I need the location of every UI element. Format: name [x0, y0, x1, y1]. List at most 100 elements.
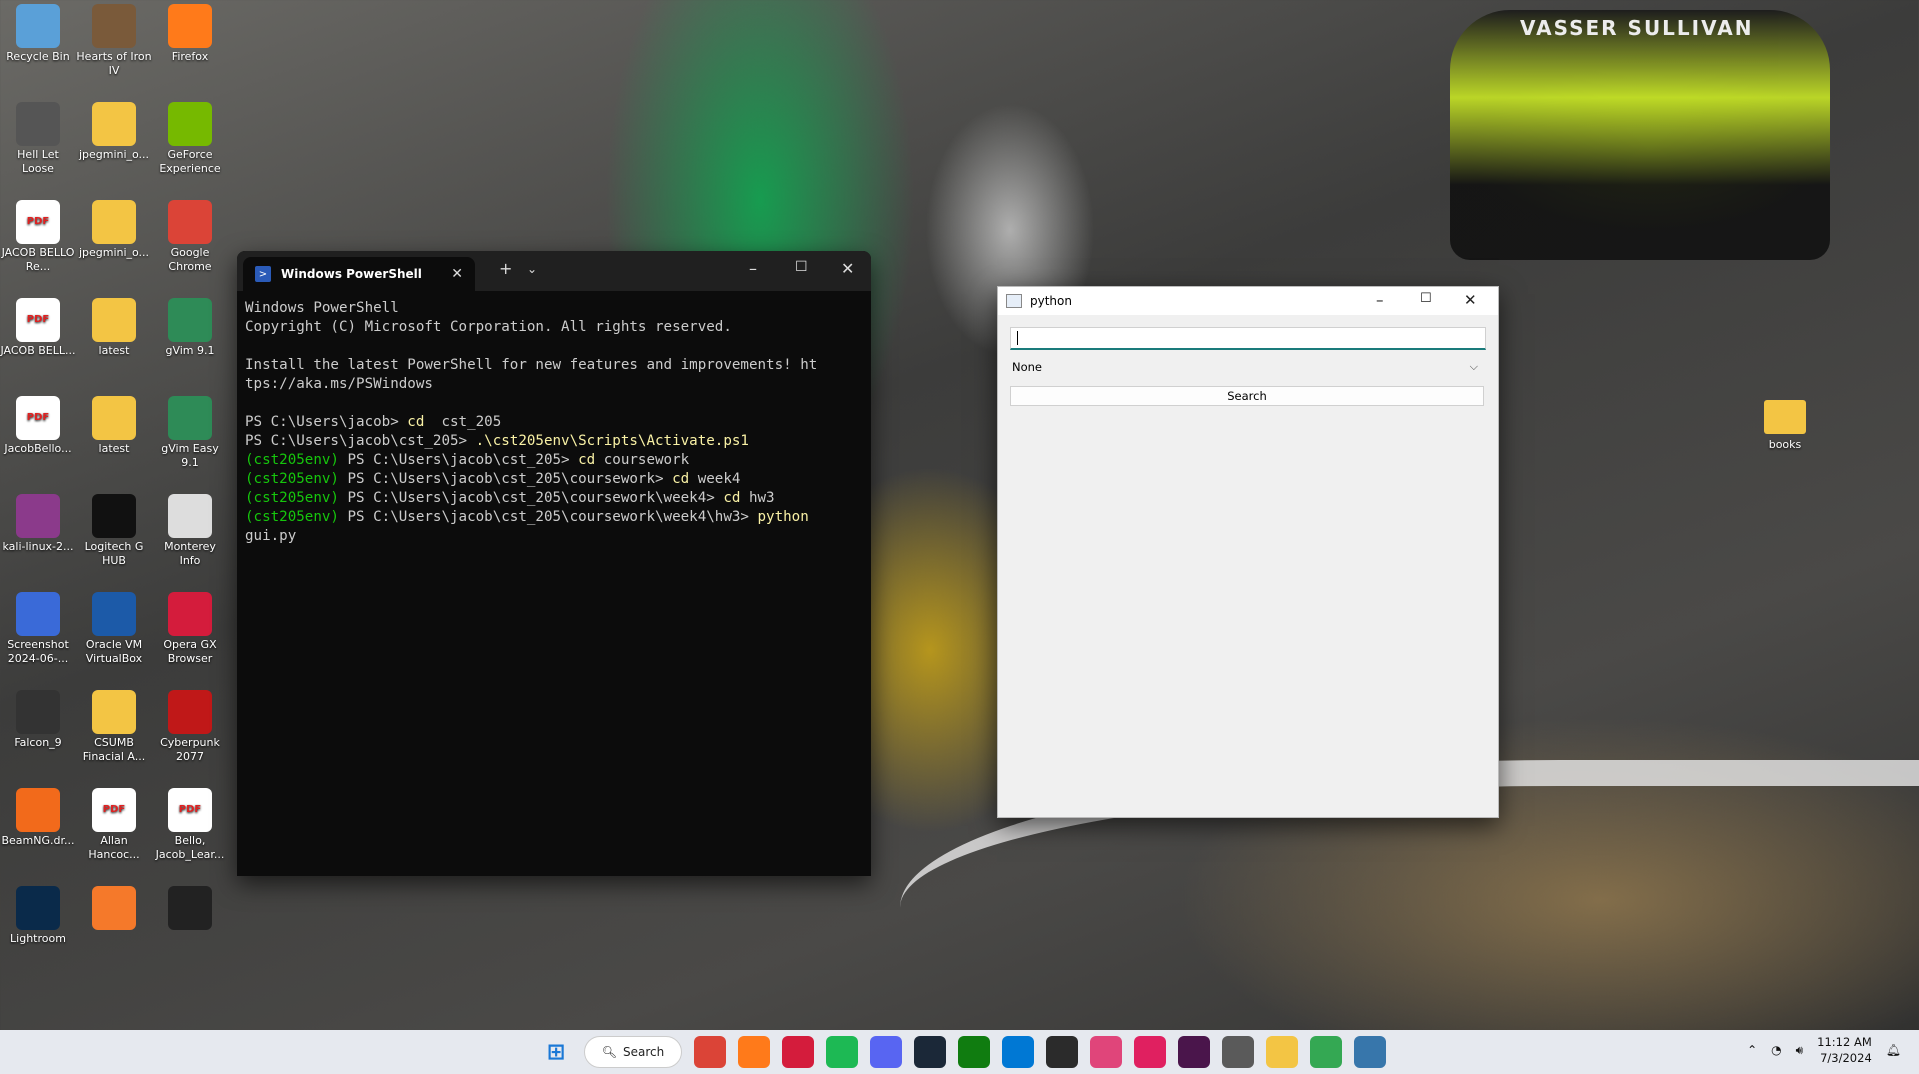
desktop-icon[interactable]: Hearts of Iron IV: [76, 4, 152, 78]
chrome-icon[interactable]: [694, 1036, 726, 1068]
desktop-icon[interactable]: Monterey Info: [152, 494, 228, 568]
desktop-icon[interactable]: Lightroom: [0, 886, 76, 946]
close-button[interactable]: ✕: [841, 259, 854, 278]
close-button[interactable]: ✕: [1464, 291, 1477, 309]
python-window: python – ☐ ✕ None ⌵ Search: [997, 286, 1499, 818]
desktop-icon[interactable]: latest: [76, 298, 152, 358]
desktop-icon[interactable]: Opera GX Browser: [152, 592, 228, 666]
wifi-icon[interactable]: ◔: [1771, 1043, 1781, 1057]
vscode-icon[interactable]: [1002, 1036, 1034, 1068]
powershell-icon: >: [255, 266, 271, 282]
gallery-icon[interactable]: [1090, 1036, 1122, 1068]
desktop-icon[interactable]: Recycle Bin: [0, 4, 76, 64]
desktop-icon[interactable]: PDF JacobBello...: [0, 396, 76, 456]
lightroom-icon: [16, 886, 60, 930]
desktop-icon[interactable]: CSUMB Finacial A...: [76, 690, 152, 764]
folder-icon: [92, 102, 136, 146]
terminal-icon[interactable]: [1046, 1036, 1078, 1068]
search-input[interactable]: [1010, 327, 1486, 350]
terminal-line: (cst205env) PS C:\Users\jacob\cst_205\co…: [245, 471, 741, 487]
desktop-icon[interactable]: gVim 9.1: [152, 298, 228, 358]
desktop-icon[interactable]: PDF JACOB BELLO Re...: [0, 200, 76, 274]
file-explorer-icon[interactable]: [1266, 1036, 1298, 1068]
desktop-icon-label: JACOB BELL...: [0, 344, 76, 357]
desktop-icon-label: Falcon_9: [14, 736, 62, 749]
virtualbox-icon: [92, 592, 136, 636]
chrome-alt-icon[interactable]: [1310, 1036, 1342, 1068]
document-icon: [168, 494, 212, 538]
terminal-line: Windows PowerShell: [245, 300, 399, 316]
clock[interactable]: 11:12 AM 7/3/2024: [1817, 1034, 1872, 1066]
steam-icon[interactable]: [914, 1036, 946, 1068]
desktop-icon[interactable]: kali-linux-2...: [0, 494, 76, 554]
tab-close-icon[interactable]: ✕: [451, 266, 463, 282]
desktop-icon[interactable]: Firefox: [152, 4, 228, 64]
app-icon: [1006, 294, 1022, 308]
notification-bell-icon[interactable]: 🔔︎: [1886, 1043, 1901, 1057]
desktop-icon[interactable]: [152, 886, 228, 932]
desktop-icon[interactable]: Oracle VM VirtualBox: [76, 592, 152, 666]
desktop-icon[interactable]: PDF JACOB BELL...: [0, 298, 76, 358]
tab-dropdown-chevron-icon[interactable]: ⌄: [527, 262, 537, 276]
desktop-icon-label: Hell Let Loose: [17, 148, 59, 175]
desktop-icon-label: kali-linux-2...: [2, 540, 74, 553]
python-icon[interactable]: [1354, 1036, 1386, 1068]
terminal-output[interactable]: Windows PowerShell Copyright (C) Microsof…: [237, 291, 871, 554]
firefox-icon[interactable]: [738, 1036, 770, 1068]
desktop-icon-label: books: [1768, 438, 1802, 451]
desktop-icon-label: Oracle VM VirtualBox: [85, 638, 143, 665]
taskbar-search-button[interactable]: 🔍︎ Search: [584, 1036, 682, 1068]
chevron-up-icon[interactable]: ⌃: [1747, 1043, 1757, 1057]
desktop-icon[interactable]: [76, 886, 152, 932]
search-button[interactable]: Search: [1010, 386, 1484, 406]
desktop-icon[interactable]: Screenshot 2024-06-...: [0, 592, 76, 666]
desktop-icon[interactable]: Logitech G HUB: [76, 494, 152, 568]
maximize-button[interactable]: ☐: [795, 259, 808, 275]
terminal-line: (cst205env) PS C:\Users\jacob\cst_205> c…: [245, 452, 690, 468]
terminal-line: gui.py: [245, 528, 297, 544]
python-title-bar[interactable]: python – ☐ ✕: [998, 287, 1498, 315]
desktop-icon-books[interactable]: books: [1755, 400, 1815, 451]
desktop-icon-label: Bello, Jacob_Lear...: [155, 834, 225, 861]
discord-icon[interactable]: [870, 1036, 902, 1068]
desktop-icon[interactable]: Falcon_9: [0, 690, 76, 750]
settings-icon[interactable]: [1222, 1036, 1254, 1068]
desktop-icon[interactable]: Cyberpunk 2077: [152, 690, 228, 764]
desktop-icon[interactable]: latest: [76, 396, 152, 456]
new-tab-button[interactable]: +: [499, 259, 512, 278]
filter-dropdown[interactable]: None ⌵: [1010, 357, 1484, 377]
minimize-button[interactable]: –: [749, 259, 757, 278]
desktop-icon[interactable]: PDF Allan Hancoc...: [76, 788, 152, 862]
start-windows-icon[interactable]: ⊞: [540, 1036, 572, 1068]
clock-date: 7/3/2024: [1820, 1051, 1872, 1065]
xbox-icon[interactable]: [958, 1036, 990, 1068]
folder-icon: [92, 690, 136, 734]
opera-icon[interactable]: [782, 1036, 814, 1068]
desktop-icon-label: latest: [98, 442, 130, 455]
desktop-icon-label: Firefox: [171, 50, 209, 63]
desktop-icon[interactable]: GeForce Experience: [152, 102, 228, 176]
search-icon: 🔍︎: [601, 1045, 617, 1059]
desktop-icon-label: gVim Easy 9.1: [161, 442, 219, 469]
spotify-icon[interactable]: [826, 1036, 858, 1068]
minimize-button[interactable]: –: [1376, 291, 1384, 309]
hoi4-icon: [92, 4, 136, 48]
desktop-icon[interactable]: PDF Bello, Jacob_Lear...: [152, 788, 228, 862]
desktop-icon[interactable]: jpegmini_o...: [76, 200, 152, 260]
desktop-icon[interactable]: jpegmini_o...: [76, 102, 152, 162]
slack-icon[interactable]: [1178, 1036, 1210, 1068]
volume-icon[interactable]: 🔊︎: [1796, 1043, 1804, 1058]
nvidia-icon: [168, 102, 212, 146]
maximize-button[interactable]: ☐: [1420, 291, 1432, 306]
desktop-icon[interactable]: gVim Easy 9.1: [152, 396, 228, 470]
desktop-icon[interactable]: Hell Let Loose: [0, 102, 76, 176]
desktop-icon-label: Opera GX Browser: [163, 638, 217, 665]
terminal-line: PS C:\Users\jacob\cst_205> .\cst205env\S…: [245, 433, 749, 449]
desktop-icon-label: Monterey Info: [164, 540, 216, 567]
intellij-icon[interactable]: [1134, 1036, 1166, 1068]
tab-windows-powershell[interactable]: > Windows PowerShell ✕: [243, 257, 475, 291]
desktop-icon[interactable]: BeamNG.dr...: [0, 788, 76, 848]
desktop-icon[interactable]: Google Chrome: [152, 200, 228, 274]
